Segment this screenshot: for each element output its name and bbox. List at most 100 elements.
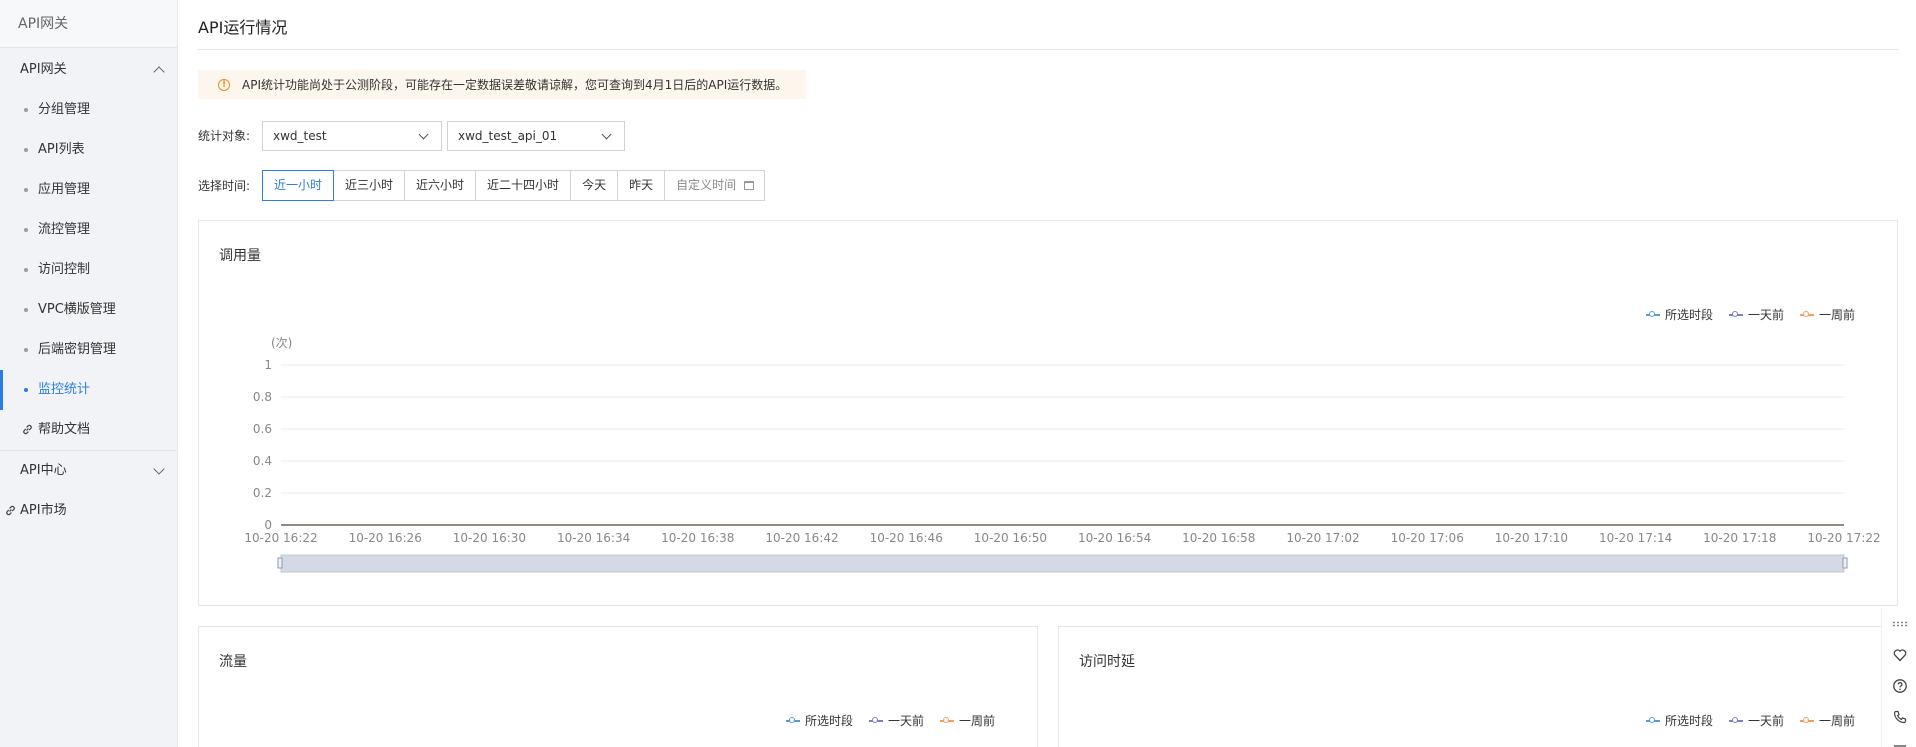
group-select-value: xwd_test — [273, 129, 327, 143]
beta-notice: ! API统计功能尚处于公测阶段，可能存在一定数据误差敬请谅解，您可查询到4月1… — [198, 70, 806, 99]
traffic-chart-card: 流量 所选时段 一天前 一周前 — [198, 626, 1038, 747]
calls-chart-plot: (次) 0 0.2 0.4 0.6 0.8 1 10-20 16:22 10-20 16:26 1… — [244, 336, 1881, 573]
bullet-icon — [24, 388, 28, 392]
legend-label: 所选时段 — [804, 714, 853, 728]
title-divider — [198, 49, 1898, 50]
x-tick-label: 10-20 17:14 — [1599, 531, 1672, 545]
sidebar-item-label: VPC横版管理 — [38, 302, 116, 317]
app-root: API网关 API网关 分组管理 API列表 应用管理 流控管理 访问控制 VP… — [0, 0, 1916, 747]
legend-item-week-ago[interactable]: 一周前 — [939, 712, 995, 729]
legend-swatch — [939, 716, 954, 723]
legend-label: 一天前 — [1747, 714, 1784, 728]
sidebar-item-api-list[interactable]: API列表 — [0, 130, 177, 170]
chevron-down-icon — [153, 463, 165, 475]
bullet-icon — [24, 268, 28, 272]
warning-icon: ! — [218, 78, 230, 91]
time-range-3h[interactable]: 近三小时 — [333, 170, 406, 201]
x-tick-label: 10-20 17:02 — [1286, 531, 1359, 545]
sidebar-item-backend-keys[interactable]: 后端密钥管理 — [0, 330, 177, 370]
sidebar-item-label: 监控统计 — [38, 382, 91, 397]
sidebar-item-label: 流控管理 — [38, 222, 91, 237]
time-label: 选择时间: — [198, 179, 251, 193]
y-tick-label: 1 — [264, 358, 272, 372]
x-tick-label: 10-20 16:54 — [1078, 531, 1151, 545]
bullet-icon — [24, 228, 28, 232]
sidebar-item-group-management[interactable]: 分组管理 — [0, 90, 177, 130]
calendar-icon — [744, 181, 755, 190]
latency-chart-title: 访问时延 — [1079, 654, 1135, 670]
bullet-icon — [24, 188, 28, 192]
sidebar-item-flow-control[interactable]: 流控管理 — [0, 210, 177, 250]
time-range-1h[interactable]: 近一小时 — [262, 170, 335, 201]
legend-item-selected[interactable]: 所选时段 — [1645, 712, 1713, 729]
legend-swatch — [785, 716, 800, 723]
x-tick-label: 10-20 16:30 — [453, 531, 526, 545]
latency-chart-card: 访问时延 所选时段 一天前 一周前 — [1058, 626, 1898, 747]
target-label: 统计对象: — [198, 129, 251, 143]
main-content: API运行情况 ! API统计功能尚处于公测阶段，可能存在一定数据误差敬请谅解，… — [198, 0, 1898, 747]
api-select[interactable]: xwd_test_api_01 — [447, 121, 625, 151]
time-range-selector: 近一小时 近三小时 近六小时 近二十四小时 今天 昨天 自定义时间 — [262, 170, 766, 201]
chevron-up-icon — [153, 66, 165, 78]
bullet-icon — [24, 148, 28, 152]
y-tick-label: 0.6 — [253, 422, 272, 436]
link-icon — [23, 424, 32, 435]
legend-item-selected[interactable]: 所选时段 — [785, 712, 853, 729]
help-icon[interactable] — [1882, 670, 1916, 701]
phone-icon[interactable] — [1882, 701, 1916, 732]
time-range-24h[interactable]: 近二十四小时 — [475, 170, 572, 201]
legend-swatch — [1799, 716, 1814, 723]
y-tick-label: 0.8 — [253, 390, 272, 404]
x-tick-label: 10-20 17:18 — [1703, 531, 1776, 545]
sidebar-item-app-management[interactable]: 应用管理 — [0, 170, 177, 210]
custom-time-label: 自定义时间 — [676, 178, 737, 192]
sidebar-title: API网关 — [0, 0, 177, 48]
time-range-today[interactable]: 今天 — [570, 170, 619, 201]
calls-chart-card: 调用量 所选时段 一天前 一周前 (次) 0 0.2 0.4 0.6 0.8 1 10-20 … — [198, 220, 1898, 606]
bullet-icon — [24, 108, 28, 112]
sidebar-group-api-gateway[interactable]: API网关 — [0, 50, 177, 90]
y-tick-label: 0.4 — [253, 454, 272, 468]
chevron-down-icon — [601, 129, 612, 140]
y-tick-label: 0.2 — [253, 486, 272, 500]
legend-item-day-ago[interactable]: 一天前 — [868, 712, 924, 729]
sidebar-item-label: 帮助文档 — [38, 422, 91, 437]
latency-chart-legend: 所选时段 一天前 一周前 — [1630, 712, 1855, 729]
time-range-6h[interactable]: 近六小时 — [404, 170, 477, 201]
menu-icon[interactable] — [1882, 732, 1916, 747]
sidebar-item-label: API列表 — [38, 142, 85, 157]
feedback-icon[interactable] — [1882, 639, 1916, 670]
drag-handle-icon[interactable] — [1882, 608, 1916, 639]
x-tick-label: 10-20 16:38 — [661, 531, 734, 545]
sidebar-group-api-center[interactable]: API中心 — [0, 451, 177, 491]
x-tick-label: 10-20 17:10 — [1495, 531, 1568, 545]
link-icon — [6, 505, 15, 516]
legend-label: 一周前 — [1818, 714, 1855, 728]
x-tick-label: 10-20 17:22 — [1807, 531, 1880, 545]
legend-label: 一天前 — [887, 714, 924, 728]
custom-time-picker[interactable]: 自定义时间 — [664, 170, 766, 201]
sidebar-item-monitoring[interactable]: 监控统计 — [0, 370, 177, 410]
legend-item-day-ago[interactable]: 一天前 — [1728, 712, 1784, 729]
sidebar: API网关 API网关 分组管理 API列表 应用管理 流控管理 访问控制 VP… — [0, 0, 178, 747]
sidebar-group-label: API中心 — [20, 463, 67, 478]
chevron-down-icon — [418, 129, 429, 140]
notice-text: API统计功能尚处于公测阶段，可能存在一定数据误差敬请谅解，您可查询到4月1日后… — [242, 78, 788, 92]
traffic-chart-title: 流量 — [219, 654, 247, 670]
sidebar-item-vpc[interactable]: VPC横版管理 — [0, 290, 177, 330]
time-range-yesterday[interactable]: 昨天 — [617, 170, 666, 201]
group-select[interactable]: xwd_test — [262, 121, 442, 151]
api-select-value: xwd_test_api_01 — [458, 129, 558, 143]
sidebar-item-help-doc[interactable]: 帮助文档 — [0, 410, 177, 450]
legend-item-week-ago[interactable]: 一周前 — [1799, 712, 1855, 729]
traffic-chart-legend: 所选时段 一天前 一周前 — [770, 712, 995, 729]
bullet-icon — [24, 348, 28, 352]
floating-toolbar — [1881, 608, 1916, 747]
sidebar-group-label: API网关 — [20, 62, 67, 77]
sidebar-item-access-control[interactable]: 访问控制 — [0, 250, 177, 290]
zoom-slider-track — [280, 554, 1845, 573]
y-axis-unit-label: (次) — [271, 336, 292, 350]
sidebar-item-api-market[interactable]: API市场 — [0, 491, 177, 531]
sidebar-item-label: API市场 — [20, 503, 67, 518]
x-tick-label: 10-20 16:22 — [244, 531, 317, 545]
